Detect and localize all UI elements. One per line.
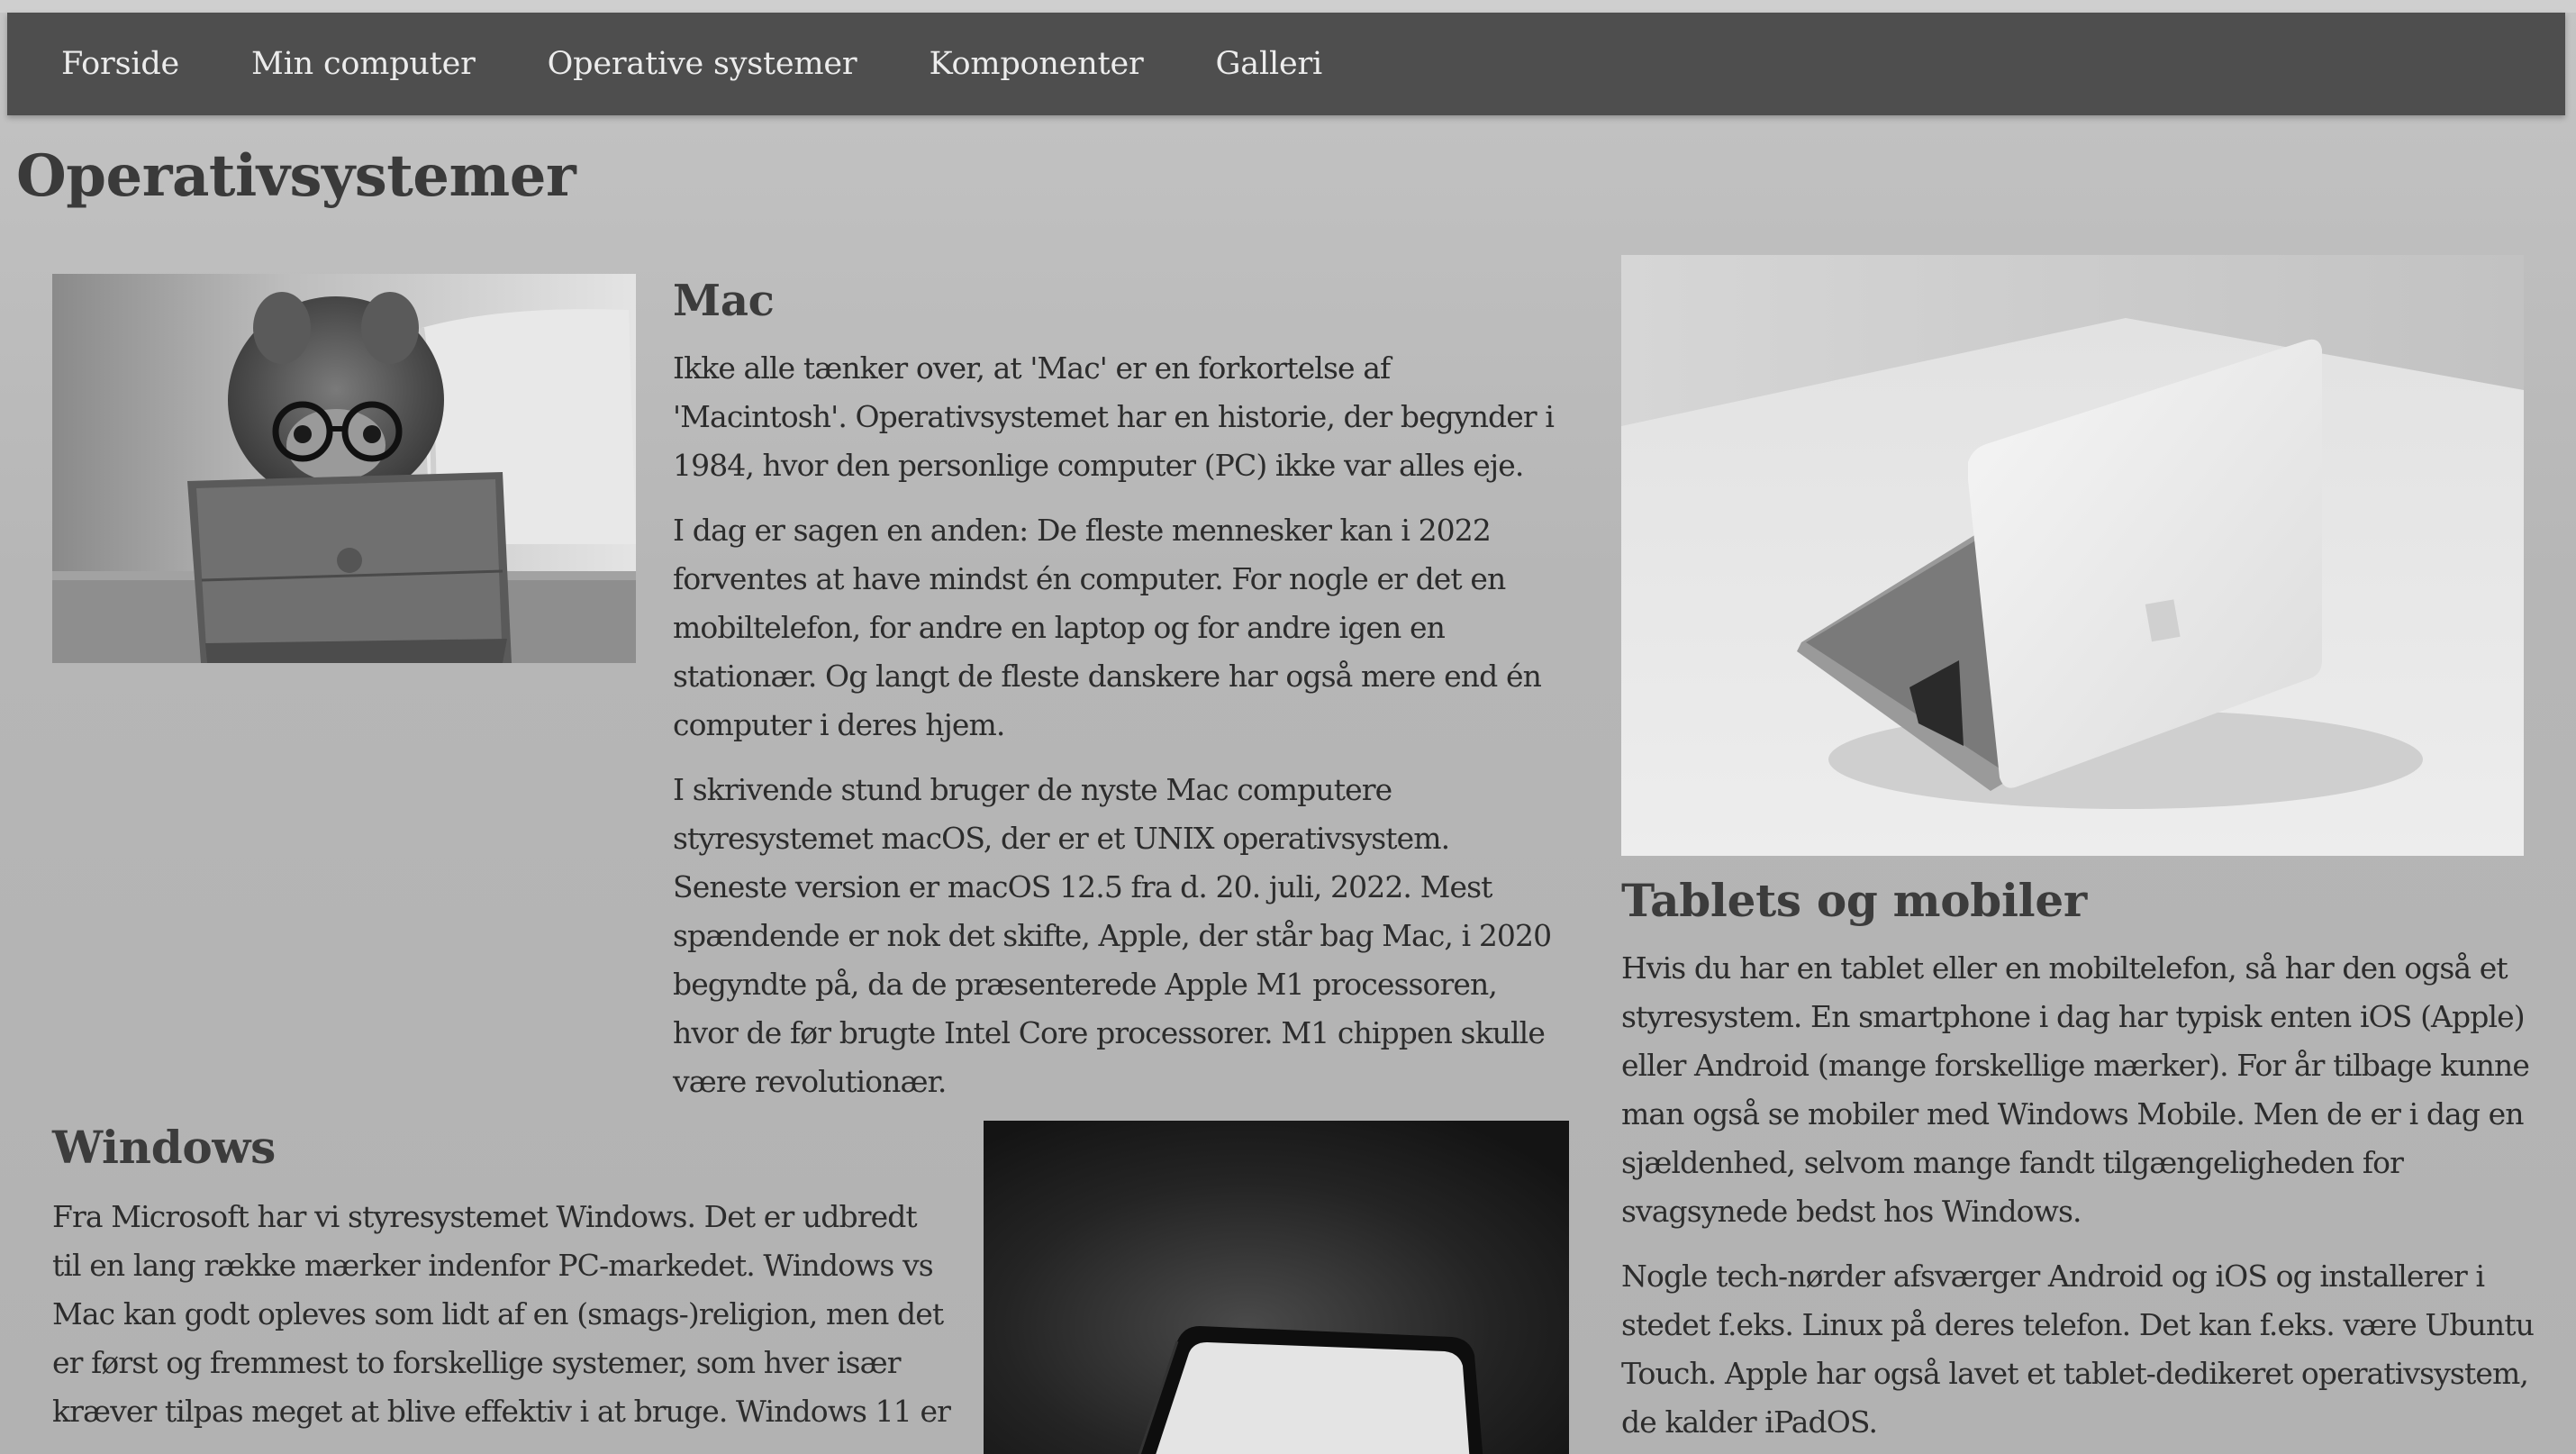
page-title: Operativsystemer [16, 142, 576, 210]
mac-paragraph-2: I dag er sagen en anden: De fleste menne… [673, 513, 1542, 742]
dog-with-tablet-image [52, 274, 636, 663]
tablets-heading: Tablets og mobiler [1621, 874, 2087, 927]
nav-item-komponenter[interactable]: Komponenter [929, 46, 1143, 82]
main-navbar: Forside Min computer Operative systemer … [7, 13, 2565, 115]
nav-item-galleri[interactable]: Galleri [1216, 46, 1323, 82]
nav-item-operative-systemer[interactable]: Operative systemer [548, 46, 857, 82]
mac-heading: Mac [673, 276, 775, 326]
nav-item-min-computer[interactable]: Min computer [251, 46, 476, 82]
tablets-paragraph-1: Hvis du har en tablet eller en mobiltele… [1621, 950, 2530, 1229]
tablets-paragraph-2: Nogle tech-nørder afsværger Android og i… [1621, 1259, 2535, 1440]
windows-text: Fra Microsoft har vi styresystemet Windo… [52, 1193, 953, 1452]
mac-paragraph-1: Ikke alle tænker over, at 'Mac' er en fo… [673, 350, 1555, 483]
top-strip [0, 0, 2576, 13]
laptop-image [1621, 255, 2524, 856]
windows-paragraph-1: Fra Microsoft har vi styresystemet Windo… [52, 1199, 951, 1429]
windows-heading: Windows [52, 1121, 277, 1174]
dark-tablet-image [984, 1121, 1569, 1454]
nav-item-forside[interactable]: Forside [61, 46, 179, 82]
mac-text: Ikke alle tænker over, at 'Mac' er en fo… [673, 344, 1565, 1122]
tablets-text: Hvis du har en tablet eller en mobiltele… [1621, 944, 2540, 1454]
mac-paragraph-3: I skrivende stund bruger de nyste Mac co… [673, 772, 1552, 1099]
page: Forside Min computer Operative systemer … [0, 0, 2576, 1454]
